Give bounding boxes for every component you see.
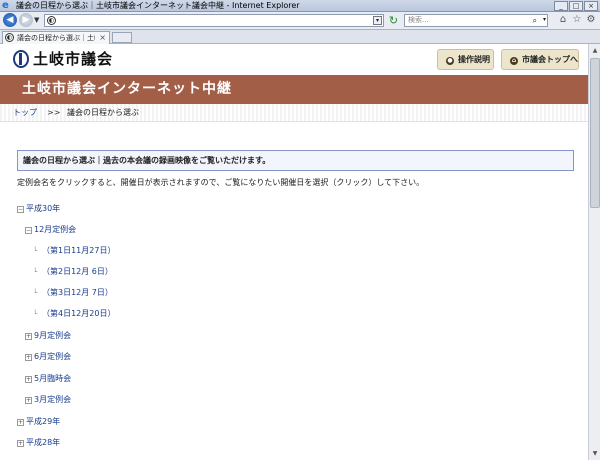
help-button[interactable]: ● 操作説明 <box>437 49 494 70</box>
breadcrumb: トップ >> 議会の日程から選ぶ <box>0 104 588 122</box>
scroll-down-arrow-icon[interactable]: ▼ <box>590 448 600 459</box>
history-dropdown-icon[interactable]: ▼ <box>34 16 39 24</box>
expand-toggle-icon[interactable]: + <box>17 419 24 426</box>
tab-favicon-icon: ◐ <box>5 33 14 42</box>
council-top-label: 市議会トップへ <box>522 55 578 64</box>
tree-day-label[interactable]: （第1日11月27日） <box>42 246 115 255</box>
council-top-button[interactable]: ⌂ 市議会トップへ <box>501 49 579 70</box>
tree-year-node[interactable]: − 平成30年 <box>17 204 60 214</box>
close-window-button[interactable]: × <box>584 1 598 11</box>
refresh-icon[interactable]: ↻ <box>387 14 400 27</box>
instruction-text: 定例会名をクリックすると、開催日が表示されますので、ご覧になりたい開催日を選択（… <box>17 178 425 187</box>
toolbar-icons: ⌂ ☆ ⚙ <box>558 15 596 25</box>
settings-gear-icon[interactable]: ⚙ <box>586 15 596 25</box>
tree-day-label[interactable]: （第2日12月 6日） <box>42 267 113 276</box>
tree-branch-icon: └ <box>33 247 38 255</box>
site-favicon-icon: ◐ <box>47 16 56 25</box>
search-placeholder: 検索... <box>408 16 429 24</box>
search-dropdown-icon[interactable]: ▾ <box>543 16 546 23</box>
tree-session-node[interactable]: +9月定例会 <box>25 331 71 341</box>
tree-session-label[interactable]: 6月定例会 <box>34 352 71 361</box>
tab-current[interactable]: ◐ 議会の日程から選ぶ｜土岐... × <box>2 31 110 44</box>
banner-title: 土岐市議会インターネット中継 <box>22 81 232 97</box>
forward-arrow-icon[interactable]: ▶ <box>19 13 33 27</box>
address-dropdown-icon[interactable]: ▾ <box>373 16 382 25</box>
tab-label: 議会の日程から選ぶ｜土岐... <box>17 34 95 42</box>
page-banner: 土岐市議会インターネット中継 <box>0 75 588 104</box>
favorites-star-icon[interactable]: ☆ <box>572 15 582 25</box>
expand-toggle-icon[interactable]: + <box>25 376 32 383</box>
breadcrumb-current: 議会の日程から選ぶ <box>67 108 139 117</box>
tree-session-label[interactable]: 5月臨時会 <box>34 374 71 383</box>
minimize-button[interactable]: _ <box>554 1 568 11</box>
tree-day-node[interactable]: └ （第3日12月 7日） <box>33 288 113 298</box>
tree-day-label[interactable]: （第4日12月20日） <box>42 309 115 318</box>
tree-session-label[interactable]: 3月定例会 <box>34 395 71 404</box>
info-icon: ● <box>446 57 454 65</box>
search-icon[interactable]: ⌕ <box>533 15 537 26</box>
home-link-icon: ⌂ <box>510 57 518 65</box>
tree-session-node[interactable]: +6月定例会 <box>25 352 71 362</box>
address-bar-row: ◀ ▶ ▼ ◐ ▾ ↻ 検索... ⌕ ▾ ⌂ ☆ ⚙ <box>0 12 600 30</box>
tree-session-node[interactable]: +3月定例会 <box>25 395 71 405</box>
tree-branch-icon: └ <box>33 310 38 318</box>
tree-day-node[interactable]: └ （第4日12月20日） <box>33 309 115 319</box>
back-arrow-icon[interactable]: ◀ <box>3 13 17 27</box>
tree-branch-icon: └ <box>33 268 38 276</box>
tree-session-node[interactable]: +5月臨時会 <box>25 374 71 384</box>
window-titlebar: e 議会の日程から選ぶ｜土岐市議会インターネット議会中継 - Internet … <box>0 0 600 12</box>
vertical-scrollbar[interactable]: ▲ ▼ <box>588 44 600 460</box>
tab-bar: ◐ 議会の日程から選ぶ｜土岐... × <box>0 30 600 44</box>
tree-session-label[interactable]: 12月定例会 <box>34 225 76 234</box>
collapse-toggle-icon[interactable]: − <box>17 206 24 213</box>
expand-toggle-icon[interactable]: + <box>17 440 24 447</box>
window-controls: _ □ × <box>554 1 598 11</box>
tree-year-label[interactable]: 平成29年 <box>26 417 60 426</box>
city-emblem-icon <box>13 49 29 68</box>
ie-logo-icon: e <box>2 0 9 11</box>
expand-toggle-icon[interactable]: + <box>25 333 32 340</box>
tree-day-label[interactable]: （第3日12月 7日） <box>42 288 113 297</box>
new-tab-button[interactable] <box>112 32 132 43</box>
expand-toggle-icon[interactable]: + <box>25 397 32 404</box>
page-viewport: 土岐市議会 ● 操作説明 ⌂ 市議会トップへ 土岐市議会インターネット中継 トップ … <box>0 44 588 460</box>
address-input[interactable]: ◐ ▾ <box>44 14 384 27</box>
scroll-thumb[interactable] <box>590 58 600 208</box>
tree-day-node[interactable]: └ （第2日12月 6日） <box>33 267 113 277</box>
logo-text: 土岐市議会 <box>33 50 114 68</box>
tree-year-label[interactable]: 平成30年 <box>26 204 60 213</box>
tree-day-node[interactable]: └ （第1日11月27日） <box>33 246 115 256</box>
home-icon[interactable]: ⌂ <box>558 15 568 25</box>
help-button-label: 操作説明 <box>458 55 490 64</box>
maximize-button[interactable]: □ <box>569 1 583 11</box>
tree-branch-icon: └ <box>33 289 38 297</box>
breadcrumb-home-link[interactable]: トップ <box>13 104 37 122</box>
search-input[interactable]: 検索... ⌕ ▾ <box>404 14 548 27</box>
scroll-up-arrow-icon[interactable]: ▲ <box>590 45 600 56</box>
tree-year-label[interactable]: 平成28年 <box>26 438 60 447</box>
tree-year-node[interactable]: + 平成28年 <box>17 438 60 448</box>
site-header: 土岐市議会 ● 操作説明 ⌂ 市議会トップへ <box>0 44 588 73</box>
tab-close-icon[interactable]: × <box>99 32 106 44</box>
breadcrumb-separator: >> <box>47 108 61 117</box>
info-box: 議会の日程から選ぶ｜過去の本会議の録画映像をご覧いただけます。 <box>17 150 574 171</box>
window-title: 議会の日程から選ぶ｜土岐市議会インターネット議会中継 - Internet Ex… <box>16 1 300 10</box>
tree-session-node[interactable]: −12月定例会 <box>25 225 76 235</box>
expand-toggle-icon[interactable]: + <box>25 354 32 361</box>
site-logo[interactable]: 土岐市議会 <box>13 48 113 69</box>
tree-year-node[interactable]: + 平成29年 <box>17 417 60 427</box>
tree-session-label[interactable]: 9月定例会 <box>34 331 71 340</box>
info-box-text: 議会の日程から選ぶ｜過去の本会議の録画映像をご覧いただけます。 <box>23 156 271 165</box>
collapse-toggle-icon[interactable]: − <box>25 227 32 234</box>
